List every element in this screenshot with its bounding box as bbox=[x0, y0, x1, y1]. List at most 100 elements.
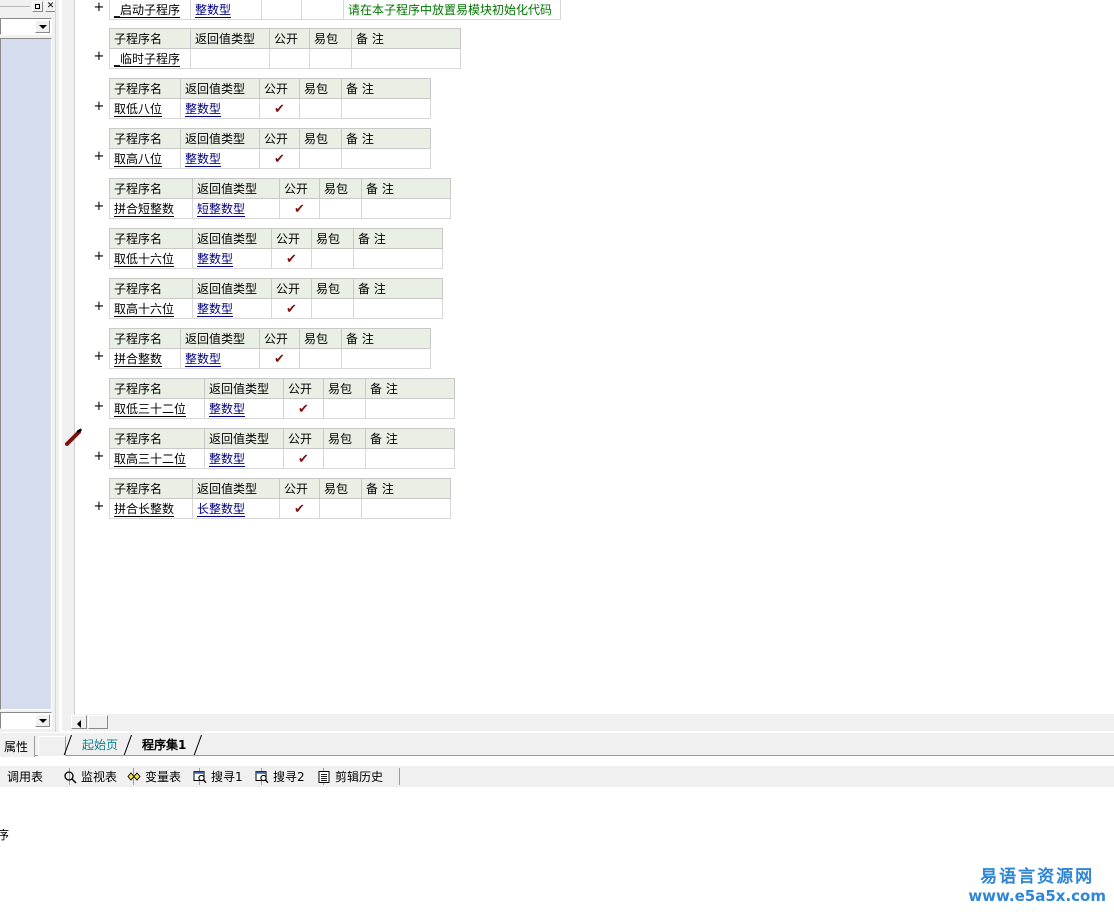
table-row[interactable]: _临时子程序 bbox=[109, 48, 461, 69]
panel-splitter[interactable] bbox=[55, 0, 59, 732]
cell-procedure-name[interactable]: _临时子程序 bbox=[109, 48, 191, 69]
cell-comment[interactable] bbox=[353, 248, 443, 269]
cell-procedure-name[interactable]: 取高三十二位 bbox=[109, 448, 205, 469]
expand-collapse-toggle[interactable]: + bbox=[93, 1, 105, 14]
cell-comment[interactable]: 请在本子程序中放置易模块初始化代码 bbox=[343, 0, 561, 20]
cell-procedure-name[interactable]: 拼合短整数 bbox=[109, 198, 193, 219]
output-pane[interactable]: 序 bbox=[0, 787, 1114, 915]
property-list-scroll-down[interactable] bbox=[0, 712, 52, 729]
procedure-table[interactable]: 子程序名 返回值类型 公开 易包备 注 _临时子程序 bbox=[109, 28, 461, 69]
tool-tab-clipboard[interactable]: 剪辑历史 bbox=[310, 766, 400, 787]
table-row[interactable]: 取低十六位 整数型 ✔ bbox=[109, 248, 443, 269]
cell-procedure-name[interactable]: 取高八位 bbox=[109, 148, 181, 169]
cell-public-checkbox[interactable]: ✔ bbox=[279, 498, 320, 519]
table-row[interactable]: 取高三十二位 整数型 ✔ bbox=[109, 448, 455, 469]
cell-package-checkbox[interactable] bbox=[299, 98, 342, 119]
cell-public-checkbox[interactable] bbox=[269, 48, 310, 69]
cell-return-type[interactable]: 整数型 bbox=[180, 98, 260, 119]
cell-public-checkbox[interactable]: ✔ bbox=[279, 198, 320, 219]
cell-comment[interactable] bbox=[365, 448, 455, 469]
scroll-down-icon[interactable] bbox=[35, 714, 50, 727]
cell-comment[interactable] bbox=[341, 98, 431, 119]
cell-procedure-name[interactable]: _启动子程序 bbox=[109, 0, 191, 20]
expand-collapse-toggle[interactable]: + bbox=[93, 400, 105, 413]
cell-return-type[interactable]: 整数型 bbox=[204, 398, 284, 419]
expand-collapse-toggle[interactable]: + bbox=[93, 350, 105, 363]
cell-public-checkbox[interactable]: ✔ bbox=[283, 448, 324, 469]
expand-collapse-toggle[interactable]: + bbox=[93, 50, 105, 63]
procedure-block[interactable]: 子程序名 返回值类型 公开 易包备 注取低八位 整数型 ✔ bbox=[109, 78, 431, 119]
cell-package-checkbox[interactable] bbox=[311, 248, 354, 269]
cell-comment[interactable] bbox=[351, 48, 461, 69]
table-row[interactable]: 取高十六位 整数型 ✔ bbox=[109, 298, 443, 319]
procedure-table[interactable]: 子程序名 返回值类型 公开 易包备 注取高十六位 整数型 ✔ bbox=[109, 278, 443, 319]
cell-procedure-name[interactable]: 取低十六位 bbox=[109, 248, 193, 269]
cell-return-type[interactable]: 短整数型 bbox=[192, 198, 280, 219]
cell-package-checkbox[interactable] bbox=[311, 298, 354, 319]
bottom-tool-tabs[interactable]: 调用表 监视表 变量表 搜寻1 搜寻2 剪辑历史 bbox=[0, 765, 1114, 788]
cell-return-type[interactable]: 整数型 bbox=[180, 348, 260, 369]
cell-comment[interactable] bbox=[341, 148, 431, 169]
expand-collapse-toggle[interactable]: + bbox=[93, 150, 105, 163]
procedure-block[interactable]: 子程序名 返回值类型 公开 易包备 注取高三十二位 整数型 ✔ bbox=[109, 428, 455, 469]
procedure-table[interactable]: 子程序名 返回值类型 公开 易包备 注取低十六位 整数型 ✔ bbox=[109, 228, 443, 269]
cell-comment[interactable] bbox=[365, 398, 455, 419]
expand-collapse-toggle[interactable]: + bbox=[93, 300, 105, 313]
procedure-block[interactable]: 子程序名 返回值类型 公开 易包备 注拼合整数 整数型 ✔ bbox=[109, 328, 431, 369]
procedure-table[interactable]: 子程序名 返回值类型 公开 易包备 注拼合整数 整数型 ✔ bbox=[109, 328, 431, 369]
procedure-table[interactable]: 子程序名 返回值类型 公开 易包备 注拼合长整数 长整数型 ✔ bbox=[109, 478, 451, 519]
procedure-table[interactable]: 子程序名 返回值类型 公开 易包备 注取低八位 整数型 ✔ bbox=[109, 78, 431, 119]
cell-package-checkbox[interactable] bbox=[299, 348, 342, 369]
cell-return-type[interactable]: 整数型 bbox=[180, 148, 260, 169]
editor-horizontal-scrollbar[interactable] bbox=[62, 714, 1114, 731]
property-object-combo[interactable] bbox=[0, 18, 52, 35]
procedure-block[interactable]: 子程序名 返回值类型 公开 易包备 注取高十六位 整数型 ✔ bbox=[109, 278, 443, 319]
procedure-block[interactable]: 子程序名 返回值类型 公开 易包备 注 _临时子程序 bbox=[109, 28, 461, 69]
cell-comment[interactable] bbox=[361, 198, 451, 219]
cell-package-checkbox[interactable] bbox=[323, 448, 366, 469]
scrollbar-thumb[interactable] bbox=[88, 715, 108, 729]
procedure-block[interactable]: 子程序名 返回值类型 公开 易包备 注拼合长整数 长整数型 ✔ bbox=[109, 478, 451, 519]
table-row[interactable]: 拼合短整数 短整数型 ✔ bbox=[109, 198, 451, 219]
cell-public-checkbox[interactable]: ✔ bbox=[259, 148, 300, 169]
cell-public-checkbox[interactable]: ✔ bbox=[271, 248, 312, 269]
table-row[interactable]: 取低八位 整数型 ✔ bbox=[109, 98, 431, 119]
cell-comment[interactable] bbox=[341, 348, 431, 369]
cell-return-type[interactable]: 长整数型 bbox=[192, 498, 280, 519]
maximize-button[interactable] bbox=[32, 1, 43, 12]
cell-package-checkbox[interactable] bbox=[323, 398, 366, 419]
cell-package-checkbox[interactable] bbox=[301, 0, 344, 20]
procedure-table[interactable]: _启动子程序 整数型 请在本子程序中放置易模块初始化代码 bbox=[109, 0, 561, 20]
tab-start-page[interactable]: 起始页 bbox=[70, 735, 128, 756]
document-tabstrip[interactable]: 属性 起始页 程序集1 bbox=[0, 733, 1114, 757]
cell-package-checkbox[interactable] bbox=[299, 148, 342, 169]
cell-procedure-name[interactable]: 拼合长整数 bbox=[109, 498, 193, 519]
table-row[interactable]: _启动子程序 整数型 请在本子程序中放置易模块初始化代码 bbox=[109, 0, 561, 20]
property-list[interactable] bbox=[0, 38, 52, 710]
scroll-left-button[interactable] bbox=[71, 715, 87, 729]
procedure-table[interactable]: 子程序名 返回值类型 公开 易包备 注取高三十二位 整数型 ✔ bbox=[109, 428, 455, 469]
table-row[interactable]: 拼合长整数 长整数型 ✔ bbox=[109, 498, 451, 519]
tab-properties[interactable]: 属性 bbox=[0, 736, 36, 757]
cell-procedure-name[interactable]: 取高十六位 bbox=[109, 298, 193, 319]
table-row[interactable]: 取低三十二位 整数型 ✔ bbox=[109, 398, 455, 419]
cell-comment[interactable] bbox=[353, 298, 443, 319]
cell-procedure-name[interactable]: 取低八位 bbox=[109, 98, 181, 119]
cell-package-checkbox[interactable] bbox=[319, 198, 362, 219]
cell-return-type[interactable]: 整数型 bbox=[204, 448, 284, 469]
table-row[interactable]: 取高八位 整数型 ✔ bbox=[109, 148, 431, 169]
editor-content[interactable]: _启动子程序 整数型 请在本子程序中放置易模块初始化代码 + 子程序名 返回值类型 公开 易包… bbox=[75, 0, 1114, 714]
tab-program-set-1[interactable]: 程序集1 bbox=[130, 735, 196, 756]
expand-collapse-toggle[interactable]: + bbox=[93, 250, 105, 263]
cell-public-checkbox[interactable]: ✔ bbox=[259, 98, 300, 119]
chevron-down-icon[interactable] bbox=[35, 20, 50, 33]
procedure-block[interactable]: 子程序名 返回值类型 公开 易包备 注取低三十二位 整数型 ✔ bbox=[109, 378, 455, 419]
expand-collapse-toggle[interactable]: + bbox=[93, 100, 105, 113]
cell-package-checkbox[interactable] bbox=[309, 48, 352, 69]
expand-collapse-toggle[interactable]: + bbox=[93, 450, 105, 463]
procedure-table[interactable]: 子程序名 返回值类型 公开 易包备 注取低三十二位 整数型 ✔ bbox=[109, 378, 455, 419]
expand-collapse-toggle[interactable]: + bbox=[93, 500, 105, 513]
procedure-table[interactable]: 子程序名 返回值类型 公开 易包备 注拼合短整数 短整数型 ✔ bbox=[109, 178, 451, 219]
cell-return-type[interactable]: 整数型 bbox=[192, 248, 272, 269]
cell-return-type[interactable]: 整数型 bbox=[192, 298, 272, 319]
